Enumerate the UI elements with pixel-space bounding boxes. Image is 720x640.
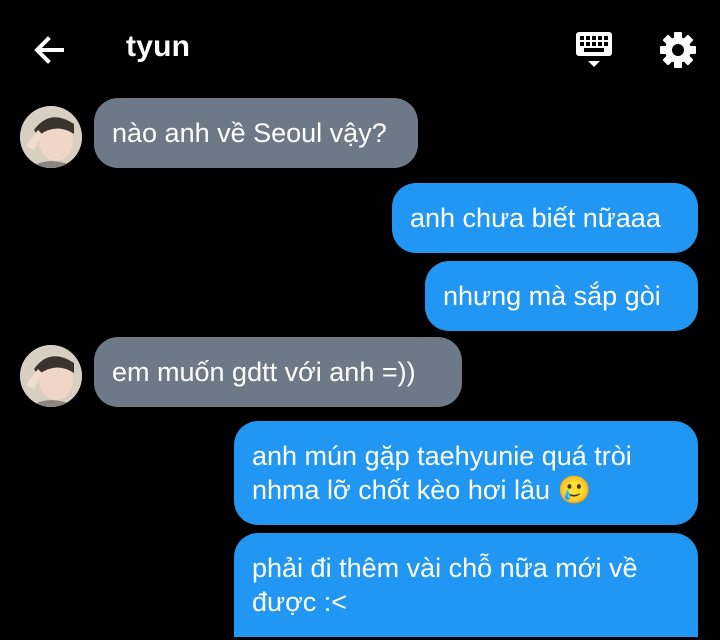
message-bubble-outgoing[interactable]: phải đi thêm vài chỗ nữa mới về được :< — [234, 533, 698, 637]
top-bar: tyun — [0, 0, 720, 96]
conversation-title: tyun — [126, 30, 191, 63]
avatar[interactable] — [20, 106, 82, 168]
message-bubble-incoming[interactable]: nào anh về Seoul vậy? — [94, 98, 418, 168]
message-bubble-outgoing[interactable]: anh chưa biết nữaaa — [392, 183, 698, 253]
message-bubble-outgoing[interactable]: anh mún gặp taehyunie quá tròi nhma lỡ c… — [234, 421, 698, 525]
message-text: nhưng mà sắp gòi — [443, 281, 661, 311]
message-text: em muốn gdtt với anh =)) — [112, 357, 416, 387]
avatar[interactable] — [20, 345, 82, 407]
message-bubble-incoming[interactable]: em muốn gdtt với anh =)) — [94, 337, 462, 407]
gear-icon — [660, 32, 696, 68]
back-button[interactable] — [28, 28, 72, 72]
arrow-left-icon — [34, 36, 64, 64]
message-text: nào anh về Seoul vậy? — [112, 118, 387, 148]
contact-photo — [20, 345, 82, 407]
keyboard-button[interactable] — [572, 26, 616, 74]
keyboard-icon — [576, 32, 612, 67]
message-text: phải đi thêm vài chỗ nữa mới về được :< — [252, 553, 638, 617]
message-text: anh mún gặp taehyunie quá tròi nhma lỡ c… — [252, 441, 632, 505]
message-bubble-outgoing[interactable]: nhưng mà sắp gòi — [425, 261, 698, 331]
message-text: anh chưa biết nữaaa — [410, 203, 661, 233]
contact-photo — [20, 106, 82, 168]
settings-button[interactable] — [656, 28, 700, 72]
